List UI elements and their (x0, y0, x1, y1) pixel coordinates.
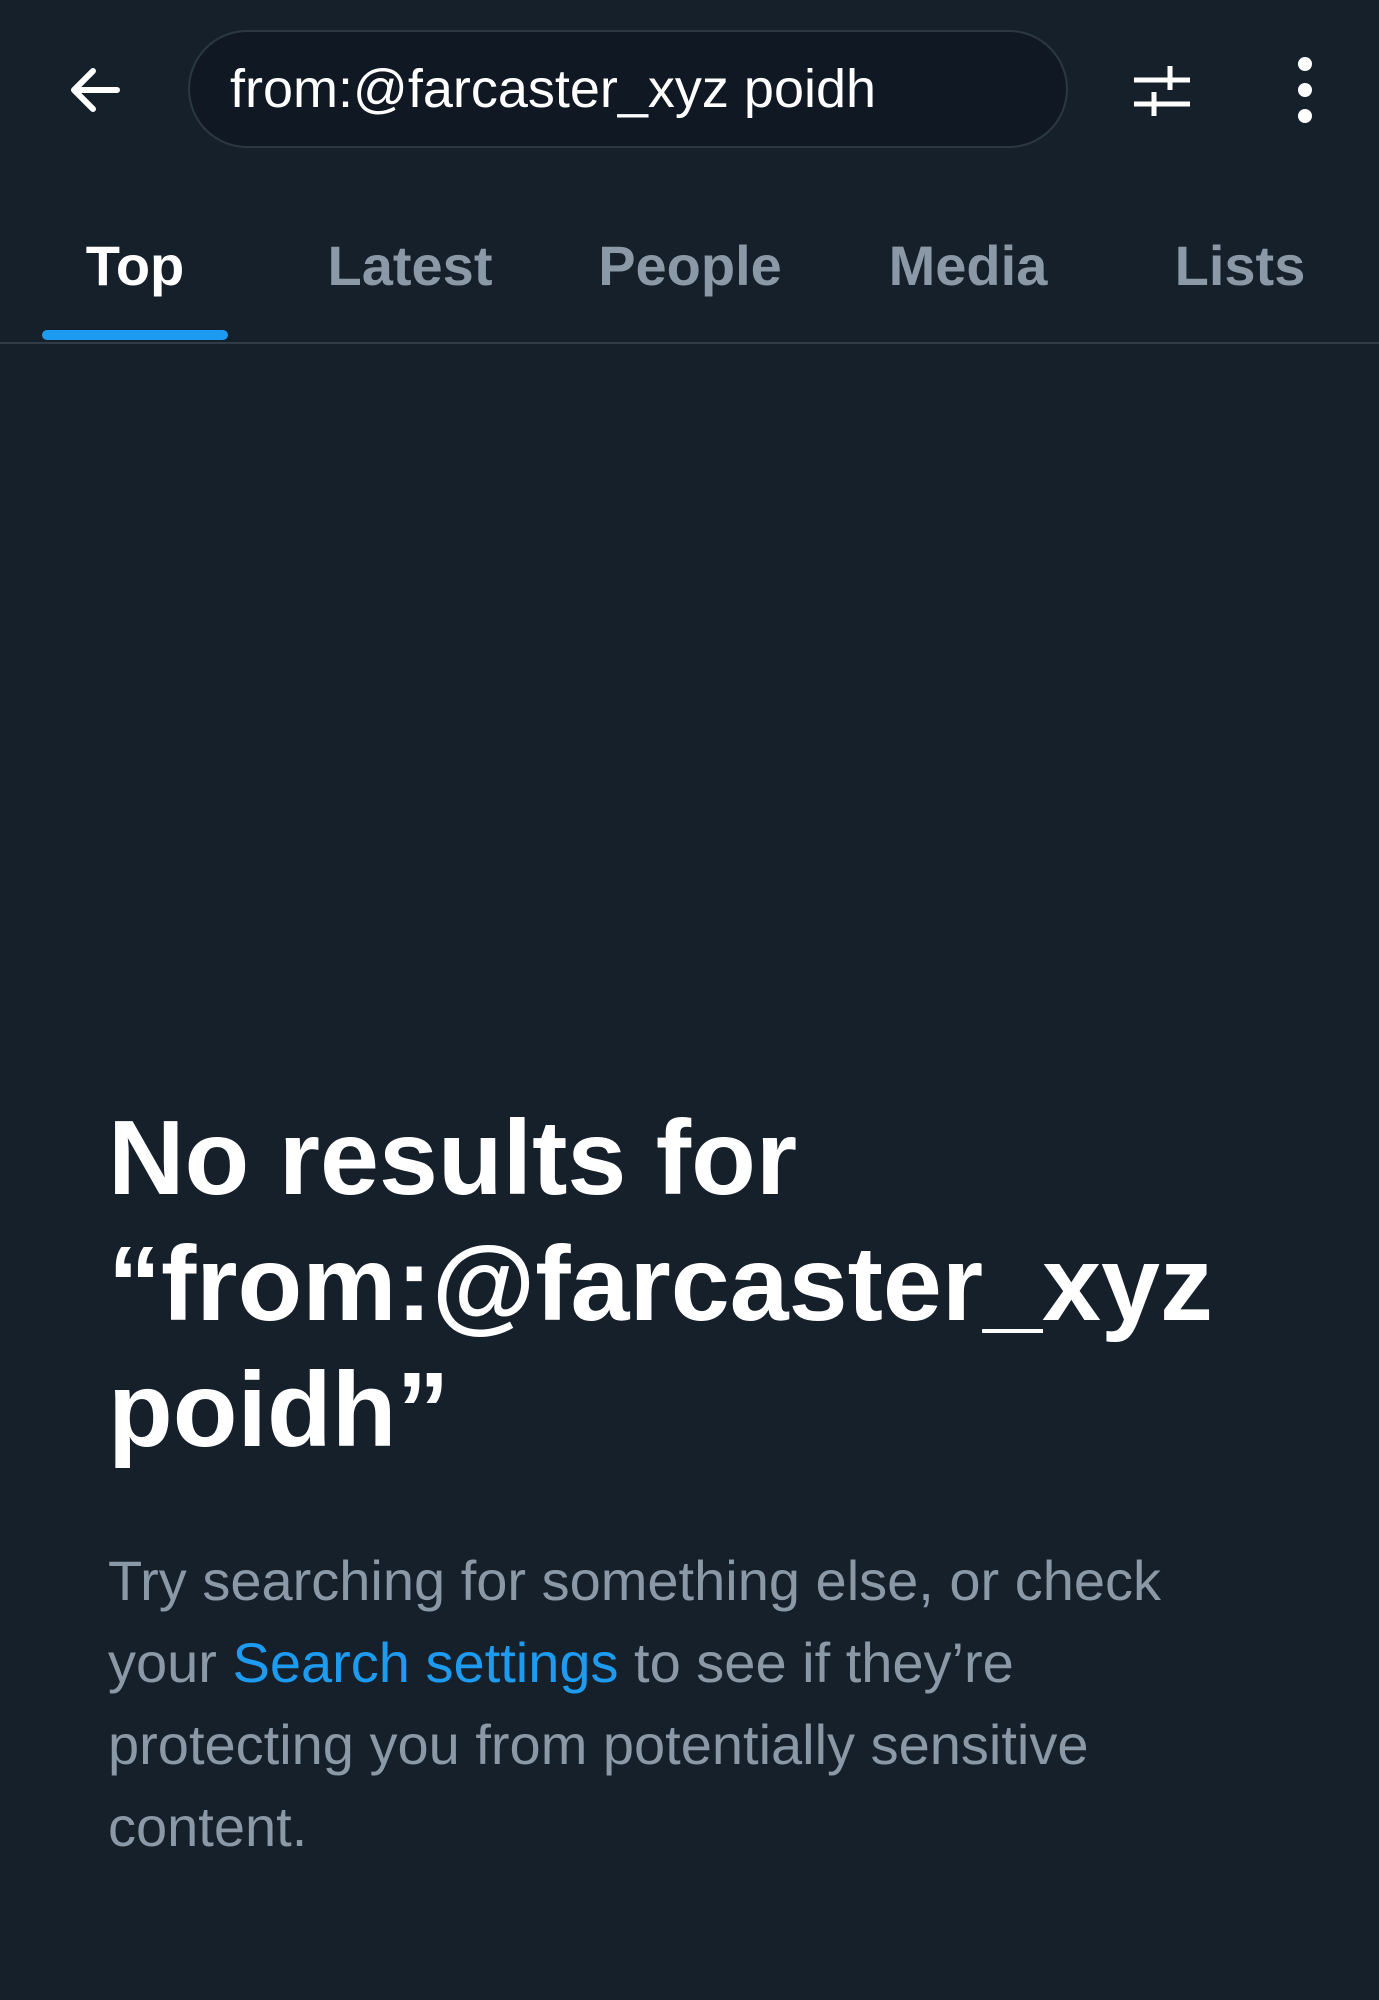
tab-top[interactable]: Top (42, 200, 228, 342)
tab-label: People (598, 234, 782, 297)
tab-people[interactable]: People (580, 200, 800, 342)
tab-label: Top (85, 234, 185, 297)
more-vertical-icon (1298, 57, 1312, 123)
tab-label: Media (888, 234, 1048, 297)
search-tabs: Top Latest People Media Lists (0, 200, 1379, 344)
arrow-left-icon (71, 68, 120, 112)
no-results-title-line: “from:@farcaster_xyz (108, 1225, 1213, 1343)
search-box[interactable] (188, 30, 1068, 148)
sliders-icon (1134, 66, 1190, 116)
active-tab-indicator (42, 330, 228, 340)
search-filter-button[interactable] (1120, 48, 1204, 132)
tab-lists[interactable]: Lists (1140, 200, 1340, 342)
back-button[interactable] (55, 50, 135, 130)
top-bar (0, 0, 1379, 180)
tab-media[interactable]: Media (858, 200, 1078, 342)
more-options-button[interactable] (1265, 48, 1345, 132)
no-results-title-line: poidh” (108, 1351, 450, 1469)
search-settings-link[interactable]: Search settings (233, 1631, 619, 1694)
search-input[interactable] (230, 58, 1050, 120)
tab-latest[interactable]: Latest (300, 200, 520, 342)
tab-label: Latest (327, 234, 493, 297)
no-results-title-line: No results for (108, 1099, 798, 1217)
tab-label: Lists (1174, 234, 1306, 297)
no-results-title: No results for “from:@farcaster_xyz poidh” (108, 1095, 1308, 1473)
no-results-message: Try searching for something else, or che… (108, 1540, 1258, 1868)
